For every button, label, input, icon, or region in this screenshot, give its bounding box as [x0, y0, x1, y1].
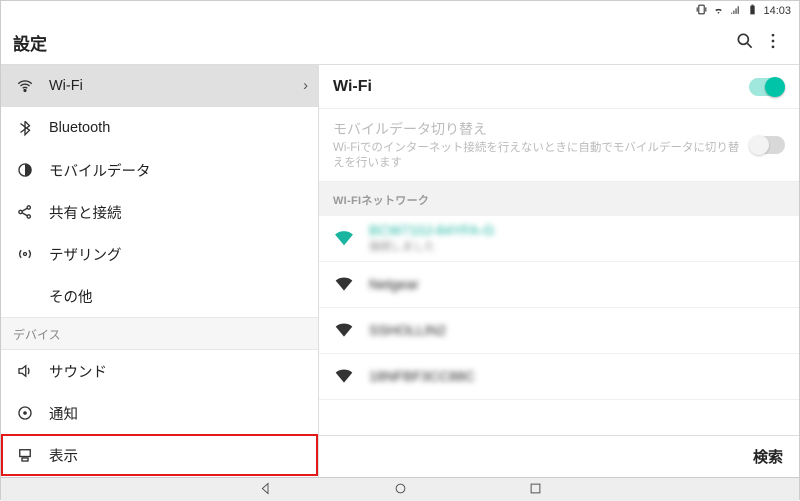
page-title: 設定	[13, 30, 731, 55]
bluetooth-icon	[15, 119, 35, 137]
nav-bar	[1, 477, 799, 501]
sidebar-item-mobile-data[interactable]: モバイルデータ	[1, 149, 318, 191]
tethering-icon	[15, 245, 35, 263]
network-name: SSHOLLIN2	[369, 322, 785, 338]
share-icon	[15, 203, 35, 221]
wifi-signal-icon	[333, 320, 355, 340]
network-name: 18NFBF3CC88C	[369, 368, 785, 384]
network-name: BCW710J-84YFA-G	[369, 222, 785, 238]
sidebar-item-bluetooth[interactable]: Bluetooth	[1, 107, 318, 149]
sidebar-item-label: Wi-Fi	[49, 78, 289, 94]
clock-time: 14:03	[763, 5, 791, 17]
battery-icon	[746, 3, 759, 19]
mobile-data-icon	[15, 161, 35, 179]
sidebar-item-display[interactable]: 表示	[1, 434, 318, 476]
sidebar-item-more[interactable]: その他	[1, 275, 318, 317]
wifi-network-item[interactable]: 18NFBF3CC88C	[319, 354, 799, 400]
sidebar-item-label: 通知	[49, 403, 308, 424]
sidebar-item-sound[interactable]: サウンド	[1, 350, 318, 392]
sidebar-item-label: 共有と接続	[49, 202, 308, 223]
wifi-signal-icon	[333, 366, 355, 386]
display-icon	[15, 446, 35, 464]
detail-header: Wi-Fi	[319, 65, 799, 109]
vibrate-icon	[695, 3, 708, 19]
search-button[interactable]	[731, 31, 759, 54]
mobile-data-switch-toggle[interactable]	[749, 136, 785, 154]
wifi-network-item[interactable]: SSHOLLIN2	[319, 308, 799, 354]
status-bar: 14:03	[1, 1, 799, 21]
settings-sidebar: Wi-Fi › Bluetooth モバイルデータ 共有と接続 テザリング その…	[1, 65, 319, 477]
chevron-right-icon: ›	[303, 78, 308, 94]
sidebar-item-label: その他	[49, 286, 308, 307]
sidebar-item-label: 表示	[49, 445, 308, 466]
wifi-icon	[15, 77, 35, 95]
detail-title: Wi-Fi	[333, 78, 749, 96]
sidebar-item-notifications[interactable]: 通知	[1, 392, 318, 434]
nav-back-button[interactable]	[258, 481, 273, 499]
detail-pane: Wi-Fi モバイルデータ切り替え Wi-Fiでのインターネット接続を行えないと…	[319, 65, 799, 477]
wifi-signal-icon	[333, 228, 355, 248]
sidebar-item-label: テザリング	[49, 244, 308, 265]
sidebar-item-share-connect[interactable]: 共有と接続	[1, 191, 318, 233]
network-status: 接続しました	[369, 238, 785, 254]
notification-icon	[15, 404, 35, 422]
sidebar-item-tethering[interactable]: テザリング	[1, 233, 318, 275]
sidebar-item-label: Bluetooth	[49, 120, 308, 136]
search-networks-button[interactable]: 検索	[753, 446, 783, 467]
wifi-icon	[712, 3, 725, 19]
mobile-data-switch-row: モバイルデータ切り替え Wi-Fiでのインターネット接続を行えないときに自動でモ…	[319, 109, 799, 182]
sidebar-item-label: モバイルデータ	[49, 160, 308, 181]
wifi-toggle[interactable]	[749, 78, 785, 96]
wifi-signal-icon	[333, 274, 355, 294]
mobile-switch-desc: Wi-Fiでのインターネット接続を行えないときに自動でモバイルデータに切り替えを…	[333, 141, 741, 171]
mobile-switch-title: モバイルデータ切り替え	[333, 119, 741, 139]
sidebar-item-wifi[interactable]: Wi-Fi ›	[1, 65, 318, 107]
sound-icon	[15, 362, 35, 380]
signal-icon	[729, 3, 742, 19]
wifi-network-item[interactable]: Netgear	[319, 262, 799, 308]
network-name: Netgear	[369, 276, 785, 292]
app-header: 設定	[1, 21, 799, 65]
sidebar-item-label: サウンド	[49, 361, 308, 382]
wifi-networks-header: WI-FIネットワーク	[319, 182, 799, 216]
nav-recent-button[interactable]	[528, 481, 543, 499]
overflow-menu-button[interactable]	[759, 31, 787, 54]
wifi-network-item[interactable]: BCW710J-84YFA-G 接続しました	[319, 216, 799, 262]
sidebar-section-device: デバイス	[1, 317, 318, 350]
nav-home-button[interactable]	[393, 481, 408, 499]
detail-footer: 検索	[319, 435, 799, 477]
